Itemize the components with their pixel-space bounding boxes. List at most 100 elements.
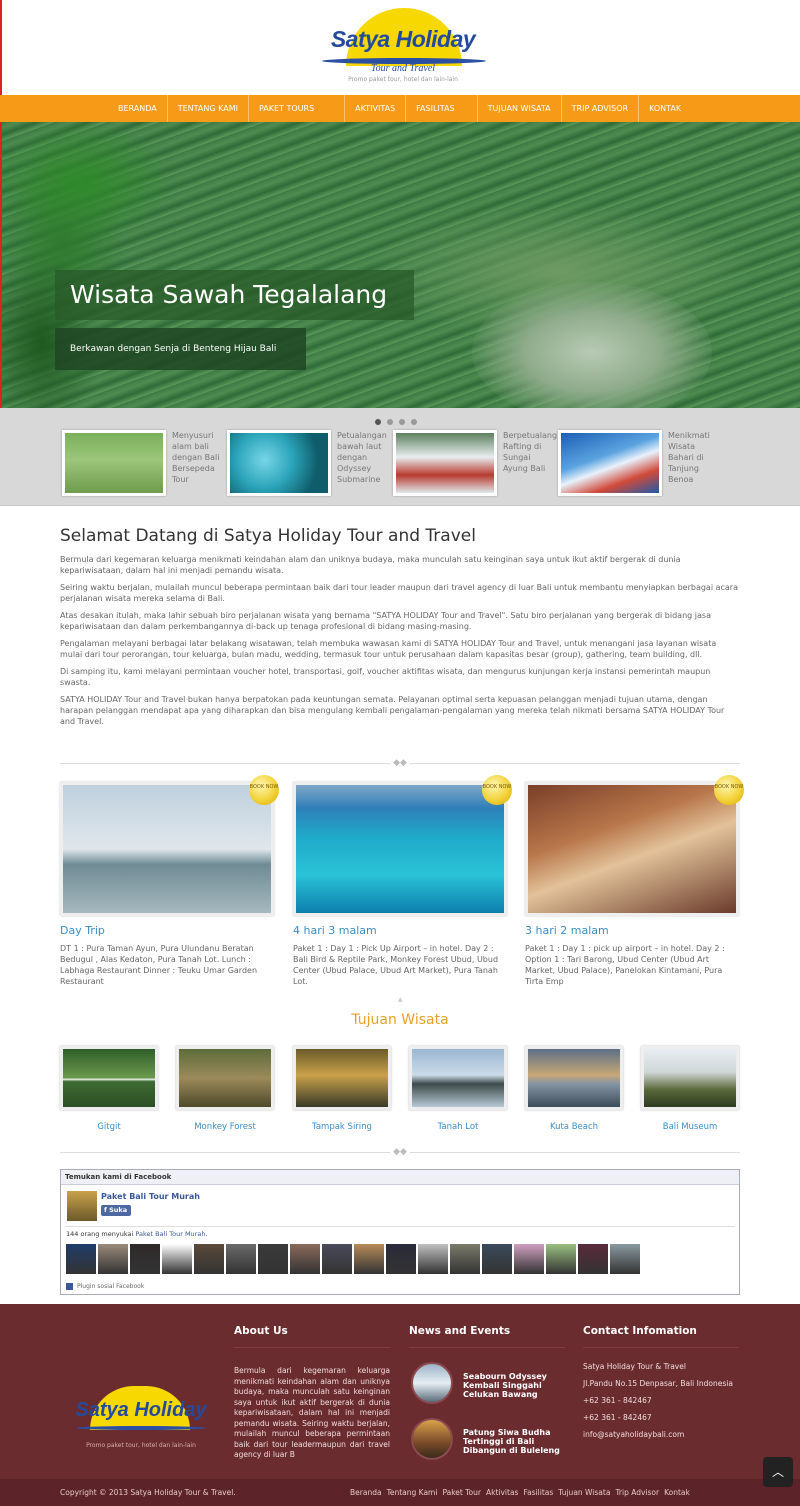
book-now-badge[interactable]: BOOK NOW [249, 775, 279, 805]
package-card[interactable]: BOOK NOW 4 hari 3 malam Paket 1 : Day 1 … [293, 775, 512, 987]
book-now-badge[interactable]: BOOK NOW [482, 775, 512, 805]
thumb-item[interactable]: Berpetualang Rafting di Sungai Ayung Bal… [393, 430, 557, 496]
hero-slider[interactable]: Wisata Sawah Tegalalang Berkawan dengan … [0, 122, 800, 408]
facebook-plugin-note[interactable]: Plugin sosial Facebook [66, 1283, 144, 1290]
news-thumbnail[interactable] [411, 1362, 453, 1404]
destination-item[interactable]: Kuta Beach [525, 1046, 623, 1132]
destination-image-tampak-siring[interactable] [293, 1046, 391, 1110]
footer-about-text: Bermula dari kegemaran keluarga menikmat… [234, 1366, 390, 1459]
footer-link-kontak[interactable]: Kontak [664, 1479, 690, 1506]
fan-avatar[interactable] [322, 1244, 352, 1274]
fan-avatar[interactable] [290, 1244, 320, 1274]
thumb-item[interactable]: Menyusuri alam bali dengan Bali Berseped… [62, 430, 222, 496]
like-count-text: 144 orang menyukai [66, 1230, 134, 1238]
package-title[interactable]: Day Trip [60, 924, 274, 937]
contact-email[interactable]: info@satyaholidaybali.com [583, 1430, 739, 1439]
package-image-temple[interactable]: BOOK NOW [60, 775, 279, 916]
nav-item-paket-tours[interactable]: PAKET TOURS [249, 95, 346, 122]
like-count-page-link[interactable]: Paket Bali Tour Murah [135, 1230, 205, 1238]
destination-image-bali-museum[interactable] [641, 1046, 739, 1110]
intro-section: Selamat Datang di Satya Holiday Tour and… [60, 526, 740, 733]
fan-avatar[interactable] [482, 1244, 512, 1274]
fan-avatar[interactable] [514, 1244, 544, 1274]
package-desc: Paket 1 : Day 1 : pick up airport – in h… [525, 944, 725, 986]
slider-dot-4[interactable] [411, 419, 417, 425]
fan-avatar[interactable] [418, 1244, 448, 1274]
slider-dot-2[interactable] [387, 419, 393, 425]
footer-link-trip-advisor[interactable]: Trip Advisor [615, 1479, 659, 1506]
destination-item[interactable]: Tanah Lot [409, 1046, 507, 1132]
news-item[interactable]: Seabourn Odyssey Kembali Singgahi Celuka… [409, 1362, 565, 1418]
destination-item[interactable]: Tampak Siring [293, 1046, 391, 1132]
fan-avatar[interactable] [194, 1244, 224, 1274]
facebook-page-name[interactable]: Paket Bali Tour Murah [101, 1192, 200, 1201]
fan-avatar[interactable] [610, 1244, 640, 1274]
news-headline[interactable]: Patung Siwa Budha Tertinggi di Bali Diba… [463, 1428, 563, 1455]
footer-link-fasilitas[interactable]: Fasilitas [523, 1479, 553, 1506]
fan-avatar[interactable] [66, 1244, 96, 1274]
fan-avatar[interactable] [354, 1244, 384, 1274]
fan-avatar[interactable] [130, 1244, 160, 1274]
fan-avatar[interactable] [98, 1244, 128, 1274]
destination-label[interactable]: Tampak Siring [293, 1122, 391, 1132]
news-item[interactable]: Patung Siwa Budha Tertinggi di Bali Diba… [409, 1418, 565, 1474]
thumb-item[interactable]: Petualangan bawah laut dengan Odyssey Su… [227, 430, 387, 496]
contact-fax[interactable]: +62 361 - 842467 [583, 1413, 739, 1422]
fan-avatar[interactable] [162, 1244, 192, 1274]
destination-image-tanah-lot[interactable] [409, 1046, 507, 1110]
news-headline[interactable]: Seabourn Odyssey Kembali Singgahi Celuka… [463, 1372, 563, 1399]
footer-link-tentang-kami[interactable]: Tentang Kami [387, 1479, 438, 1506]
destination-image-monkey-forest[interactable] [176, 1046, 274, 1110]
destination-image-kuta-beach[interactable] [525, 1046, 623, 1110]
scroll-to-top-button[interactable]: ︿ [763, 1457, 793, 1487]
contact-phone[interactable]: +62 361 - 842467 [583, 1396, 739, 1405]
site-logo[interactable]: Satya Holiday Tour and Travel Promo pake… [310, 6, 496, 86]
footer-link-paket-tour[interactable]: Paket Tour [442, 1479, 481, 1506]
fan-avatar[interactable] [546, 1244, 576, 1274]
destination-item[interactable]: Monkey Forest [176, 1046, 274, 1132]
destination-image-gitgit[interactable] [60, 1046, 158, 1110]
package-title[interactable]: 4 hari 3 malam [293, 924, 507, 937]
book-now-badge[interactable]: BOOK NOW [714, 775, 744, 805]
divider-ornament-icon: ◆◆ [390, 1148, 410, 1157]
news-thumbnail[interactable] [411, 1418, 453, 1460]
thumb-image-rafting[interactable] [393, 430, 497, 496]
footer-link-beranda[interactable]: Beranda [350, 1479, 382, 1506]
thumb-item[interactable]: Menikmati Wisata Bahari di Tanjung Benoa [558, 430, 718, 496]
footer-link-tujuan-wisata[interactable]: Tujuan Wisata [558, 1479, 610, 1506]
destination-label[interactable]: Kuta Beach [525, 1122, 623, 1132]
destination-item[interactable]: Gitgit [60, 1046, 158, 1132]
fan-avatar[interactable] [578, 1244, 608, 1274]
nav-item-kontak[interactable]: KONTAK [639, 95, 691, 122]
facebook-like-button[interactable]: f Suka [101, 1205, 131, 1216]
fan-avatar[interactable] [450, 1244, 480, 1274]
destination-label[interactable]: Monkey Forest [176, 1122, 274, 1132]
facebook-page-avatar[interactable] [67, 1191, 97, 1221]
thumb-image-benoa[interactable] [558, 430, 662, 496]
package-title[interactable]: 3 hari 2 malam [525, 924, 739, 937]
nav-item-aktivitas[interactable]: AKTIVITAS [345, 95, 407, 122]
thumb-image-bike[interactable] [62, 430, 166, 496]
package-image-sea[interactable]: BOOK NOW [293, 775, 512, 916]
destination-item[interactable]: Bali Museum [641, 1046, 739, 1132]
fan-avatar[interactable] [258, 1244, 288, 1274]
footer-logo[interactable]: Satya Holiday Promo paket tour, hotel da… [66, 1382, 216, 1452]
thumb-image-submarine[interactable] [227, 430, 331, 496]
nav-item-beranda[interactable]: BERANDA [108, 95, 168, 122]
nav-item-fasilitas[interactable]: FASILITAS [406, 95, 478, 122]
fan-avatar[interactable] [226, 1244, 256, 1274]
destination-label[interactable]: Tanah Lot [409, 1122, 507, 1132]
nav-item-tujuan-wisata[interactable]: TUJUAN WISATA [478, 95, 562, 122]
destination-label[interactable]: Bali Museum [641, 1122, 739, 1132]
package-card[interactable]: BOOK NOW Day Trip DT 1 : Pura Taman Ayun… [60, 775, 279, 987]
slider-dot-1[interactable] [375, 419, 381, 425]
destination-label[interactable]: Gitgit [60, 1122, 158, 1132]
slider-dot-3[interactable] [399, 419, 405, 425]
package-image-market[interactable]: BOOK NOW [525, 775, 744, 916]
footer-link-aktivitas[interactable]: Aktivitas [486, 1479, 518, 1506]
slider-dots [375, 419, 417, 425]
nav-item-trip-advisor[interactable]: TRIP ADVISOR [562, 95, 640, 122]
nav-item-tentang-kami[interactable]: TENTANG KAMI [168, 95, 249, 122]
package-card[interactable]: BOOK NOW 3 hari 2 malam Paket 1 : Day 1 … [525, 775, 744, 987]
fan-avatar[interactable] [386, 1244, 416, 1274]
